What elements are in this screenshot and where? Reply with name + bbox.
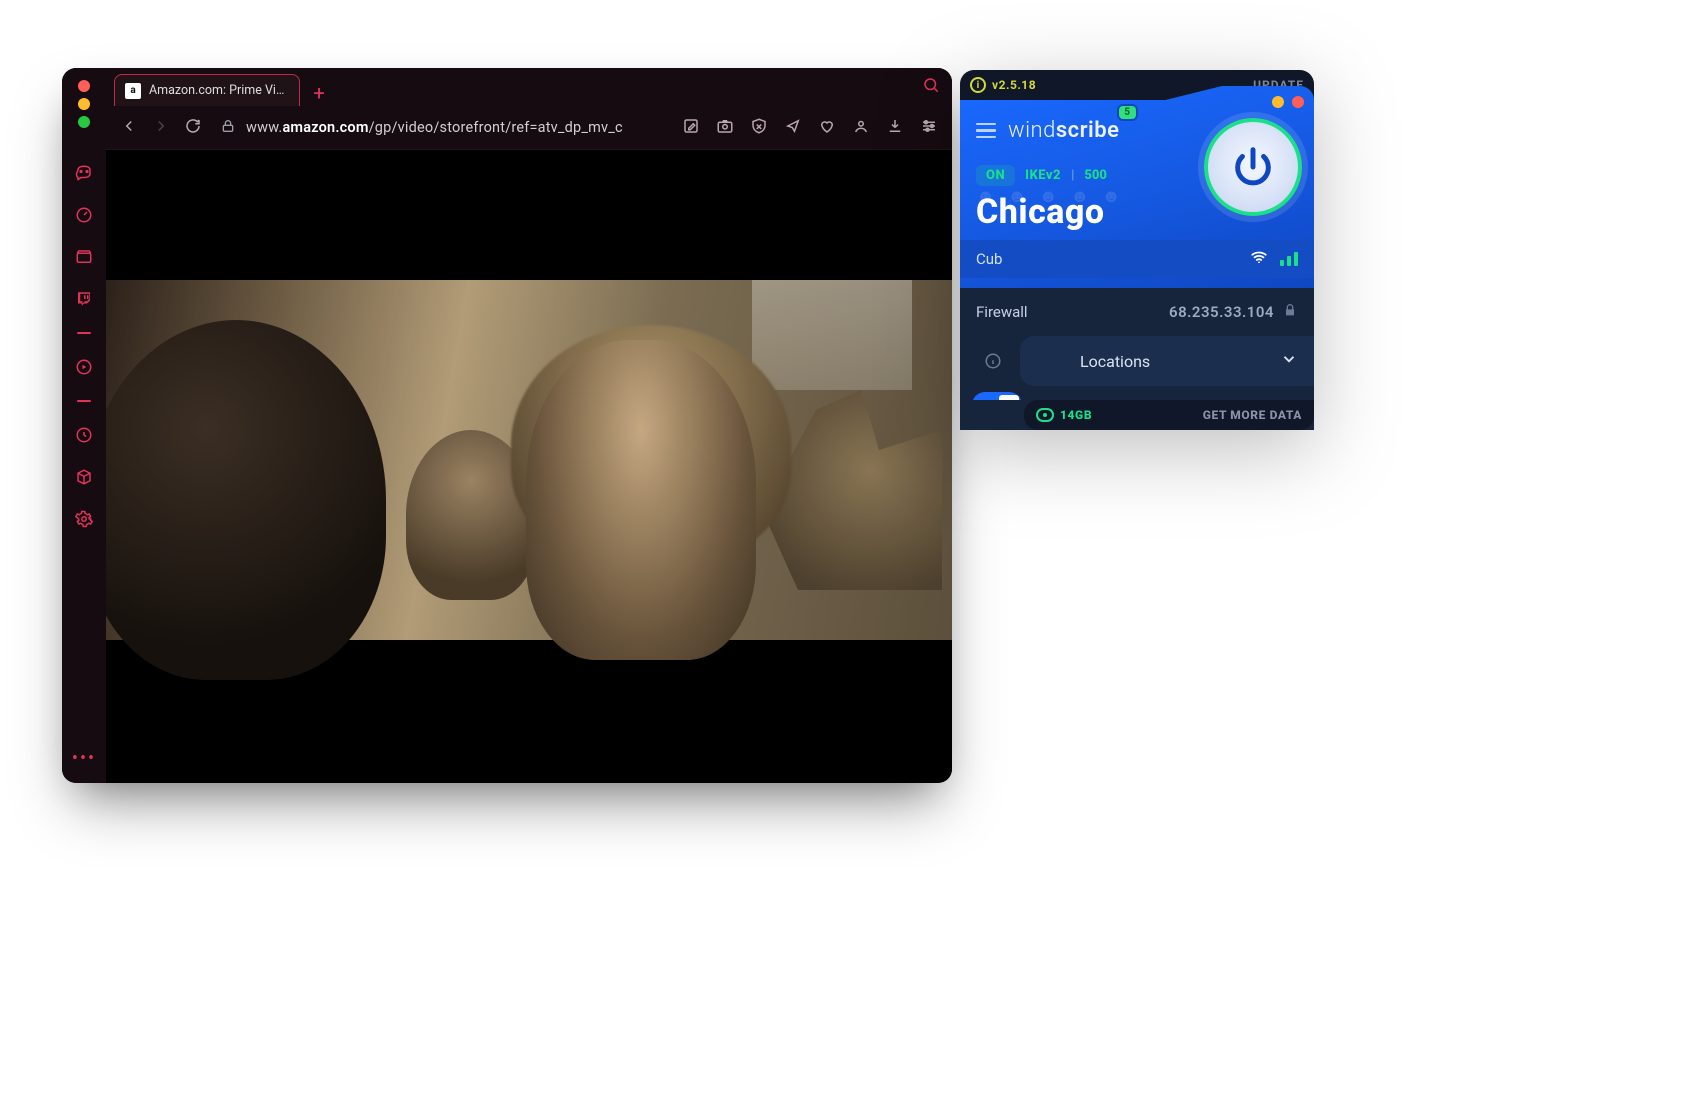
windscribe-connection-panel: windscribe 5 ON IKEv2 | 500 ☻ ☻ ☻ ☻ ☻ Ch… [960,86,1314,288]
protocol-label[interactable]: IKEv2 [1025,168,1061,183]
url-text: www.amazon.com/gp/video/storefront/ref=a… [246,119,623,136]
sidebar-more-icon[interactable]: ••• [72,748,96,769]
history-icon[interactable] [75,426,93,444]
wifi-icon [1250,248,1268,270]
windscribe-logo: windscribe 5 [1008,118,1120,143]
new-tab-button[interactable]: + [306,80,332,106]
video-frame-still [106,280,952,640]
tabs-search-icon[interactable] [922,76,940,98]
ip-address: 68.235.33.104 [1169,303,1274,321]
nav-back-button[interactable] [120,117,138,139]
reload-button[interactable] [184,117,202,139]
locations-button[interactable]: Locations [1020,336,1314,386]
windscribe-window-controls [1272,96,1304,108]
data-pill-icon [1036,408,1054,422]
ip-lock-icon [1282,302,1298,322]
menu-button[interactable] [976,123,996,139]
window-maximize-button[interactable] [78,116,90,128]
sublocation-label: Cub [976,250,1002,268]
browser-sidebar: ••• [62,68,106,783]
downloads-icon[interactable] [886,117,904,139]
locations-label: Locations [1080,352,1150,371]
data-remaining[interactable]: 14GB [1036,408,1092,422]
wallet-icon[interactable] [75,248,93,266]
version-badge[interactable]: i v2.5.18 [970,77,1036,93]
ws-minimize-button[interactable] [1272,96,1284,108]
status-on-pill: ON [976,165,1015,186]
cube-icon[interactable] [75,468,93,486]
lock-icon [220,118,236,138]
video-player[interactable] [106,150,952,783]
url-field[interactable]: www.amazon.com/gp/video/storefront/ref=a… [220,118,664,138]
chevron-down-icon [1280,350,1298,372]
browser-main: a Amazon.com: Prime Video: Prim + www.am… [106,68,952,783]
port-label[interactable]: 500 [1084,168,1107,183]
firewall-row: Firewall 68.235.33.104 [960,288,1314,336]
screenshot-icon[interactable] [716,117,734,139]
sublocation-row[interactable]: Cub [960,240,1314,278]
gx-corner-icon[interactable] [75,164,93,182]
opera-gx-browser-window: ••• a Amazon.com: Prime Video: Prim + [62,68,952,783]
active-tab[interactable]: a Amazon.com: Prime Video: Prim [114,74,300,106]
window-traffic-lights [78,80,90,128]
windscribe-app-window: i v2.5.18 UPDATE windscribe 5 ON IKEv2 |… [960,70,1314,430]
shield-icon[interactable] [750,117,768,139]
window-minimize-button[interactable] [78,98,90,110]
ws-close-button[interactable] [1292,96,1304,108]
windscribe-lower-panel: Firewall 68.235.33.104 Locations 14GB GE… [960,288,1314,430]
sidebar-divider [77,332,91,334]
firewall-label: Firewall [976,303,1028,321]
window-close-button[interactable] [78,80,90,92]
player-icon[interactable] [75,358,93,376]
settings-icon[interactable] [75,510,93,528]
firewall-info-icon[interactable] [984,352,1002,374]
easy-setup-icon[interactable] [920,117,938,139]
notification-badge[interactable]: 5 [1119,106,1135,119]
separator: | [1071,168,1074,183]
edit-page-icon[interactable] [682,117,700,139]
twitch-icon[interactable] [75,290,93,308]
bookmark-heart-icon[interactable] [818,117,836,139]
tab-strip: a Amazon.com: Prime Video: Prim + [106,68,952,106]
sidebar-divider [77,400,91,402]
nav-forward-button[interactable] [152,117,170,139]
signal-bars-icon [1280,252,1298,266]
background-ghosts-icon: ☻ ☻ ☻ ☻ ☻ [976,186,1125,207]
tab-title: Amazon.com: Prime Video: Prim [149,83,289,98]
get-more-data-button[interactable]: GET MORE DATA [1203,408,1302,422]
address-bar: www.amazon.com/gp/video/storefront/ref=a… [106,106,952,150]
info-ring-icon: i [970,77,986,93]
amazon-favicon-icon: a [125,83,141,99]
profile-icon[interactable] [852,117,870,139]
connect-power-button[interactable] [1204,118,1302,216]
speed-dial-icon[interactable] [75,206,93,224]
send-icon[interactable] [784,117,802,139]
windscribe-footer: 14GB GET MORE DATA [1024,400,1314,430]
